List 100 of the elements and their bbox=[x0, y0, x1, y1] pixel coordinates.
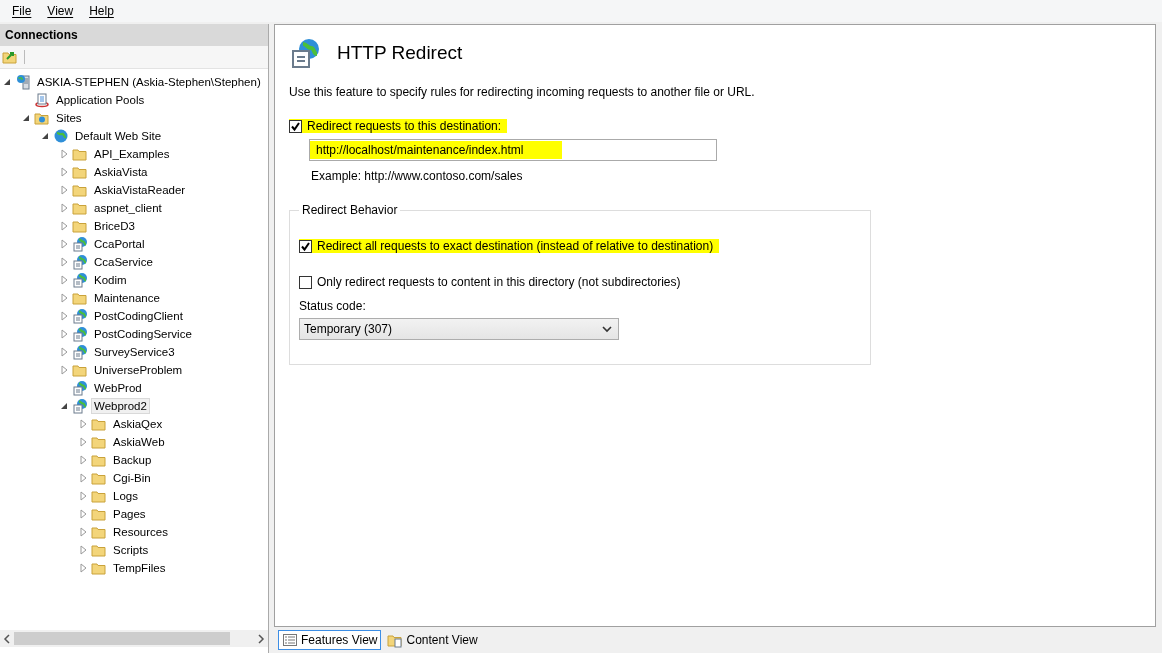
application-pool-icon bbox=[34, 92, 50, 108]
tree-item[interactable]: TempFiles bbox=[110, 560, 169, 576]
expand-arrow-icon[interactable] bbox=[59, 221, 69, 231]
menu-item[interactable]: View bbox=[39, 2, 82, 20]
list-icon bbox=[282, 632, 298, 648]
folder-icon bbox=[72, 290, 88, 306]
folder-icon bbox=[72, 146, 88, 162]
expand-arrow-icon[interactable] bbox=[78, 473, 88, 483]
checkbox[interactable] bbox=[289, 119, 302, 133]
tree-item[interactable]: Sites bbox=[53, 110, 85, 126]
tree-item[interactable]: BriceD3 bbox=[91, 218, 138, 234]
folder-globe-icon bbox=[34, 110, 50, 126]
expand-arrow-icon[interactable] bbox=[59, 167, 69, 177]
folder-icon bbox=[72, 218, 88, 234]
expand-arrow-icon[interactable] bbox=[59, 185, 69, 195]
tree-item[interactable]: aspnet_client bbox=[91, 200, 165, 216]
checkbox[interactable] bbox=[299, 239, 312, 253]
server-icon bbox=[15, 74, 31, 90]
expand-arrow-icon[interactable] bbox=[78, 545, 88, 555]
tree-item[interactable]: CcaService bbox=[91, 254, 156, 270]
expand-arrow-icon[interactable] bbox=[78, 491, 88, 501]
checkbox-label: Only redirect requests to content in this directory (not subdirectories) bbox=[317, 275, 681, 289]
tree-item[interactable]: Maintenance bbox=[91, 290, 163, 306]
checkbox-label: Redirect all requests to exact destination (instead of relative to destination) bbox=[317, 239, 714, 253]
expand-arrow-icon[interactable] bbox=[78, 563, 88, 573]
expand-arrow-icon[interactable] bbox=[59, 365, 69, 375]
globe-document-icon bbox=[289, 37, 321, 69]
example-text: Example: http://www.contoso.com/sales bbox=[311, 169, 524, 183]
tree-item[interactable]: ASKIA-STEPHEN (Askia-Stephen\Stephen) bbox=[34, 74, 264, 90]
globe-document-icon bbox=[72, 254, 88, 270]
expand-arrow-icon[interactable] bbox=[59, 275, 69, 285]
tree-item[interactable]: Cgi-Bin bbox=[110, 470, 154, 486]
tree-item[interactable]: WebProd bbox=[91, 380, 145, 396]
expand-arrow-icon[interactable] bbox=[59, 311, 69, 321]
expand-arrow-icon[interactable] bbox=[78, 509, 88, 519]
status-code-label: Status code: bbox=[299, 299, 367, 313]
globe-document-icon bbox=[72, 272, 88, 288]
globe-icon bbox=[53, 128, 69, 144]
folder-icon bbox=[72, 362, 88, 378]
tree-item[interactable]: SurveyService3 bbox=[91, 344, 178, 360]
tree-item[interactable]: CcaPortal bbox=[91, 236, 148, 252]
expand-arrow-icon[interactable] bbox=[59, 203, 69, 213]
tree-item[interactable]: AskiaWeb bbox=[110, 434, 168, 450]
expand-arrow-icon[interactable] bbox=[78, 527, 88, 537]
tree-item[interactable]: AskiaVista bbox=[91, 164, 151, 180]
expand-arrow-icon[interactable] bbox=[78, 419, 88, 429]
folder-icon bbox=[72, 200, 88, 216]
destination-field[interactable]: http://localhost/maintenance/index.html bbox=[309, 139, 717, 161]
folder-document-icon bbox=[387, 632, 404, 648]
tree-item[interactable]: Pages bbox=[110, 506, 149, 522]
tree-item[interactable]: PostCodingService bbox=[91, 326, 195, 342]
tree-item[interactable]: Webprod2 bbox=[91, 398, 150, 414]
folder-icon bbox=[91, 434, 107, 450]
collapse-arrow-icon[interactable] bbox=[21, 113, 31, 123]
folder-icon bbox=[91, 470, 107, 486]
expand-arrow-icon[interactable] bbox=[59, 329, 69, 339]
tree-item[interactable]: PostCodingClient bbox=[91, 308, 186, 324]
collapse-arrow-icon[interactable] bbox=[59, 401, 69, 411]
tree-item[interactable]: API_Examples bbox=[91, 146, 173, 162]
tree-item[interactable]: Kodim bbox=[91, 272, 130, 288]
collapse-arrow-icon[interactable] bbox=[2, 77, 12, 87]
menu-item[interactable]: Help bbox=[81, 2, 122, 20]
tree-item[interactable]: Backup bbox=[110, 452, 155, 468]
folder-icon bbox=[72, 164, 88, 180]
description-text: Use this feature to specify rules for redirecting incoming requests to another file or URL. bbox=[289, 85, 756, 99]
tree-item[interactable]: Scripts bbox=[110, 542, 152, 558]
folder-arrow-icon[interactable] bbox=[2, 49, 18, 65]
tree-item[interactable]: Default Web Site bbox=[72, 128, 165, 144]
connections-header: Connections bbox=[0, 24, 268, 46]
chevron-down-icon bbox=[602, 325, 612, 333]
tree-item[interactable]: AskiaQex bbox=[110, 416, 166, 432]
view-tab[interactable]: Features View bbox=[278, 630, 382, 650]
tree-item[interactable]: Application Pools bbox=[53, 92, 148, 108]
globe-document-icon bbox=[72, 308, 88, 324]
folder-icon bbox=[91, 506, 107, 522]
expand-arrow-icon[interactable] bbox=[59, 239, 69, 249]
status-code-dropdown[interactable]: Temporary (307) bbox=[299, 318, 619, 340]
globe-document-icon bbox=[72, 236, 88, 252]
tree-item[interactable]: Resources bbox=[110, 524, 171, 540]
collapse-arrow-icon[interactable] bbox=[40, 131, 50, 141]
tree-item[interactable]: Logs bbox=[110, 488, 141, 504]
checkbox-label: Redirect requests to this destination: bbox=[307, 119, 502, 133]
menu-item[interactable]: File bbox=[4, 2, 40, 20]
folder-icon bbox=[91, 524, 107, 540]
expand-arrow-icon[interactable] bbox=[59, 149, 69, 159]
tree-item[interactable]: UniverseProblem bbox=[91, 362, 186, 378]
folder-icon bbox=[72, 182, 88, 198]
page-title: HTTP Redirect bbox=[337, 42, 463, 64]
folder-icon bbox=[91, 452, 107, 468]
expand-arrow-icon[interactable] bbox=[59, 293, 69, 303]
globe-document-icon bbox=[72, 380, 88, 396]
view-tab[interactable]: Content View bbox=[383, 630, 482, 650]
checkbox[interactable] bbox=[299, 275, 312, 289]
folder-icon bbox=[91, 560, 107, 576]
expand-arrow-icon[interactable] bbox=[59, 257, 69, 267]
expand-arrow-icon[interactable] bbox=[78, 437, 88, 447]
expand-arrow-icon[interactable] bbox=[78, 455, 88, 465]
horizontal-scrollbar[interactable] bbox=[0, 630, 268, 647]
expand-arrow-icon[interactable] bbox=[59, 347, 69, 357]
tree-item[interactable]: AskiaVistaReader bbox=[91, 182, 189, 198]
